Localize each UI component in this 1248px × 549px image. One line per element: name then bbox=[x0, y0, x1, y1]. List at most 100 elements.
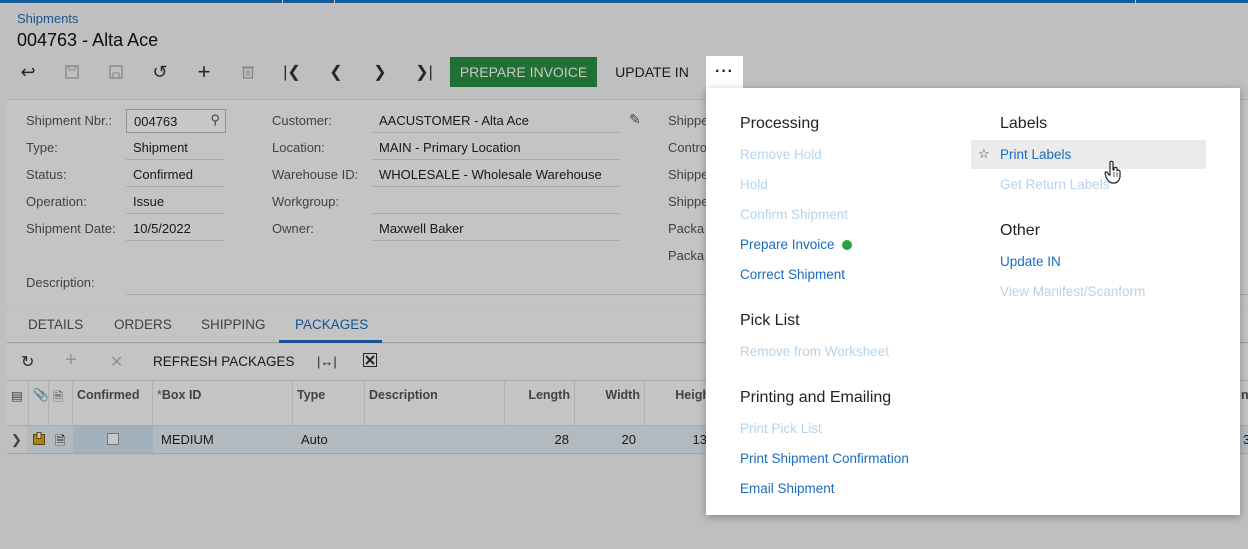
shipment-date-label: Shipment Date: bbox=[26, 221, 116, 236]
col-confirmed[interactable]: Confirmed bbox=[73, 381, 153, 426]
right-field-label: Shippe bbox=[668, 167, 709, 182]
menu-section-processing: Processing bbox=[740, 115, 820, 132]
divider bbox=[372, 240, 620, 241]
last-record-icon[interactable]: ❯| bbox=[410, 60, 438, 84]
add-row-icon[interactable]: + bbox=[65, 349, 77, 372]
type-cell[interactable]: Auto bbox=[297, 426, 365, 453]
customer-value[interactable]: AACUSTOMER - Alta Ace bbox=[379, 113, 529, 128]
description-cell[interactable] bbox=[365, 426, 505, 453]
tab-shipping[interactable]: SHIPPING bbox=[201, 317, 266, 332]
prev-record-icon[interactable]: ❮ bbox=[322, 60, 350, 84]
right-field-label: Packa bbox=[668, 221, 705, 236]
owner-value[interactable]: Maxwell Baker bbox=[379, 221, 464, 236]
col-box-id[interactable]: *Box ID bbox=[153, 381, 293, 426]
next-record-icon[interactable]: ❯ bbox=[366, 60, 394, 84]
undo-back-icon[interactable]: ↩ bbox=[14, 60, 42, 84]
tab-packages[interactable]: PACKAGES bbox=[295, 317, 368, 332]
customer-label: Customer: bbox=[272, 113, 332, 128]
menu-item-print-shipment-confirmation[interactable]: Print Shipment Confirmation bbox=[740, 451, 909, 466]
col-width[interactable]: Width bbox=[575, 381, 645, 426]
menu-item-view-manifest: View Manifest/Scanform bbox=[1000, 284, 1146, 299]
menu-item-prepare-invoice[interactable]: Prepare Invoice bbox=[740, 237, 852, 252]
status-dot-icon bbox=[841, 240, 852, 250]
active-tab-indicator bbox=[279, 340, 382, 343]
fit-columns-icon[interactable]: |↔| bbox=[317, 354, 337, 369]
refresh-packages-button[interactable]: REFRESH PACKAGES bbox=[153, 354, 295, 369]
extra-cell[interactable]: 3: bbox=[1239, 426, 1248, 453]
right-field-label: Shippe bbox=[668, 194, 709, 209]
note-icon[interactable]: 🗎 bbox=[51, 426, 71, 453]
hand-pointer-cursor-icon bbox=[1104, 160, 1121, 184]
type-label: Type: bbox=[26, 140, 58, 155]
menu-item-email-shipment[interactable]: Email Shipment bbox=[740, 481, 835, 496]
divider bbox=[126, 186, 224, 187]
col-box-id-label: Box ID bbox=[161, 388, 202, 402]
box-id-cell[interactable]: MEDIUM bbox=[157, 426, 293, 453]
menu-section-pick-list: Pick List bbox=[740, 312, 800, 329]
update-in-button[interactable]: UPDATE IN bbox=[608, 57, 696, 87]
menu-item-print-pick-list: Print Pick List bbox=[740, 421, 822, 436]
add-icon[interactable]: + bbox=[190, 59, 218, 84]
status-label: Status: bbox=[26, 167, 67, 182]
attachment-icon: 📎 bbox=[29, 381, 49, 426]
delete-row-icon[interactable]: ✕ bbox=[110, 352, 123, 372]
more-actions-menu: Processing Remove Hold Hold Confirm Ship… bbox=[706, 88, 1240, 515]
save-close-icon[interactable] bbox=[58, 60, 86, 84]
menu-section-labels: Labels bbox=[1000, 115, 1048, 132]
col-description[interactable]: Description bbox=[365, 381, 505, 426]
favorite-star-icon[interactable]: ☆ bbox=[978, 146, 990, 162]
right-field-label: Shippe bbox=[668, 113, 709, 128]
top-accent-bar bbox=[0, 0, 1248, 3]
expand-row-icon[interactable]: ❯ bbox=[7, 426, 27, 453]
divider bbox=[372, 213, 620, 214]
col-length[interactable]: Length bbox=[505, 381, 575, 426]
menu-item-prepare-invoice-label: Prepare Invoice bbox=[740, 237, 835, 252]
type-value[interactable]: Shipment bbox=[133, 140, 188, 155]
length-cell[interactable]: 28 bbox=[505, 426, 573, 453]
first-record-icon[interactable]: |❮ bbox=[278, 60, 306, 84]
menu-section-other: Other bbox=[1000, 222, 1041, 239]
save-icon[interactable] bbox=[102, 60, 130, 84]
cancel-icon[interactable]: ↺ bbox=[146, 60, 174, 84]
operation-label: Operation: bbox=[26, 194, 87, 209]
description-label: Description: bbox=[26, 275, 95, 290]
search-icon[interactable]: ⚲ bbox=[210, 112, 220, 128]
warehouse-value[interactable]: WHOLESALE - Wholesale Warehouse bbox=[379, 167, 602, 182]
breadcrumb[interactable]: Shipments bbox=[17, 11, 78, 26]
menu-item-print-labels[interactable]: Print Labels bbox=[1000, 147, 1071, 162]
location-label: Location: bbox=[272, 140, 325, 155]
shipment-nbr-value: 004763 bbox=[134, 114, 178, 129]
confirmed-checkbox[interactable] bbox=[73, 426, 153, 453]
menu-item-hold: Hold bbox=[740, 177, 768, 192]
edit-pencil-icon[interactable]: ✎ bbox=[629, 111, 641, 128]
divider bbox=[126, 240, 224, 241]
shipment-nbr-field[interactable]: 004763 ⚲ bbox=[126, 109, 226, 133]
shipment-date-value[interactable]: 10/5/2022 bbox=[133, 221, 191, 236]
row-selector-header-icon[interactable]: ▤ bbox=[7, 381, 29, 426]
status-value: Confirmed bbox=[133, 167, 193, 182]
divider bbox=[126, 159, 224, 160]
tab-orders[interactable]: ORDERS bbox=[114, 317, 172, 332]
export-excel-icon[interactable] bbox=[363, 353, 377, 372]
menu-item-remove-hold: Remove Hold bbox=[740, 147, 822, 162]
menu-item-update-in[interactable]: Update IN bbox=[1000, 254, 1061, 269]
menu-item-correct-shipment[interactable]: Correct Shipment bbox=[740, 267, 845, 282]
width-cell[interactable]: 20 bbox=[575, 426, 640, 453]
col-type[interactable]: Type bbox=[293, 381, 365, 426]
col-height[interactable]: Heigh bbox=[645, 381, 715, 426]
menu-section-printing: Printing and Emailing bbox=[740, 389, 892, 406]
delete-icon[interactable] bbox=[234, 60, 262, 84]
refresh-icon[interactable]: ↻ bbox=[21, 352, 34, 372]
height-cell[interactable]: 13 bbox=[645, 426, 711, 453]
owner-label: Owner: bbox=[272, 221, 314, 236]
operation-value[interactable]: Issue bbox=[133, 194, 164, 209]
package-icon bbox=[29, 426, 49, 453]
divider bbox=[372, 132, 620, 133]
tab-details[interactable]: DETAILS bbox=[28, 317, 83, 332]
right-field-label: Contro bbox=[668, 140, 708, 155]
prepare-invoice-button[interactable]: PREPARE INVOICE bbox=[450, 57, 597, 87]
more-actions-button[interactable]: ··· bbox=[706, 56, 743, 88]
location-value[interactable]: MAIN - Primary Location bbox=[379, 140, 521, 155]
warehouse-label: Warehouse ID: bbox=[272, 167, 359, 182]
menu-item-get-return-labels: Get Return Labels bbox=[1000, 177, 1110, 192]
